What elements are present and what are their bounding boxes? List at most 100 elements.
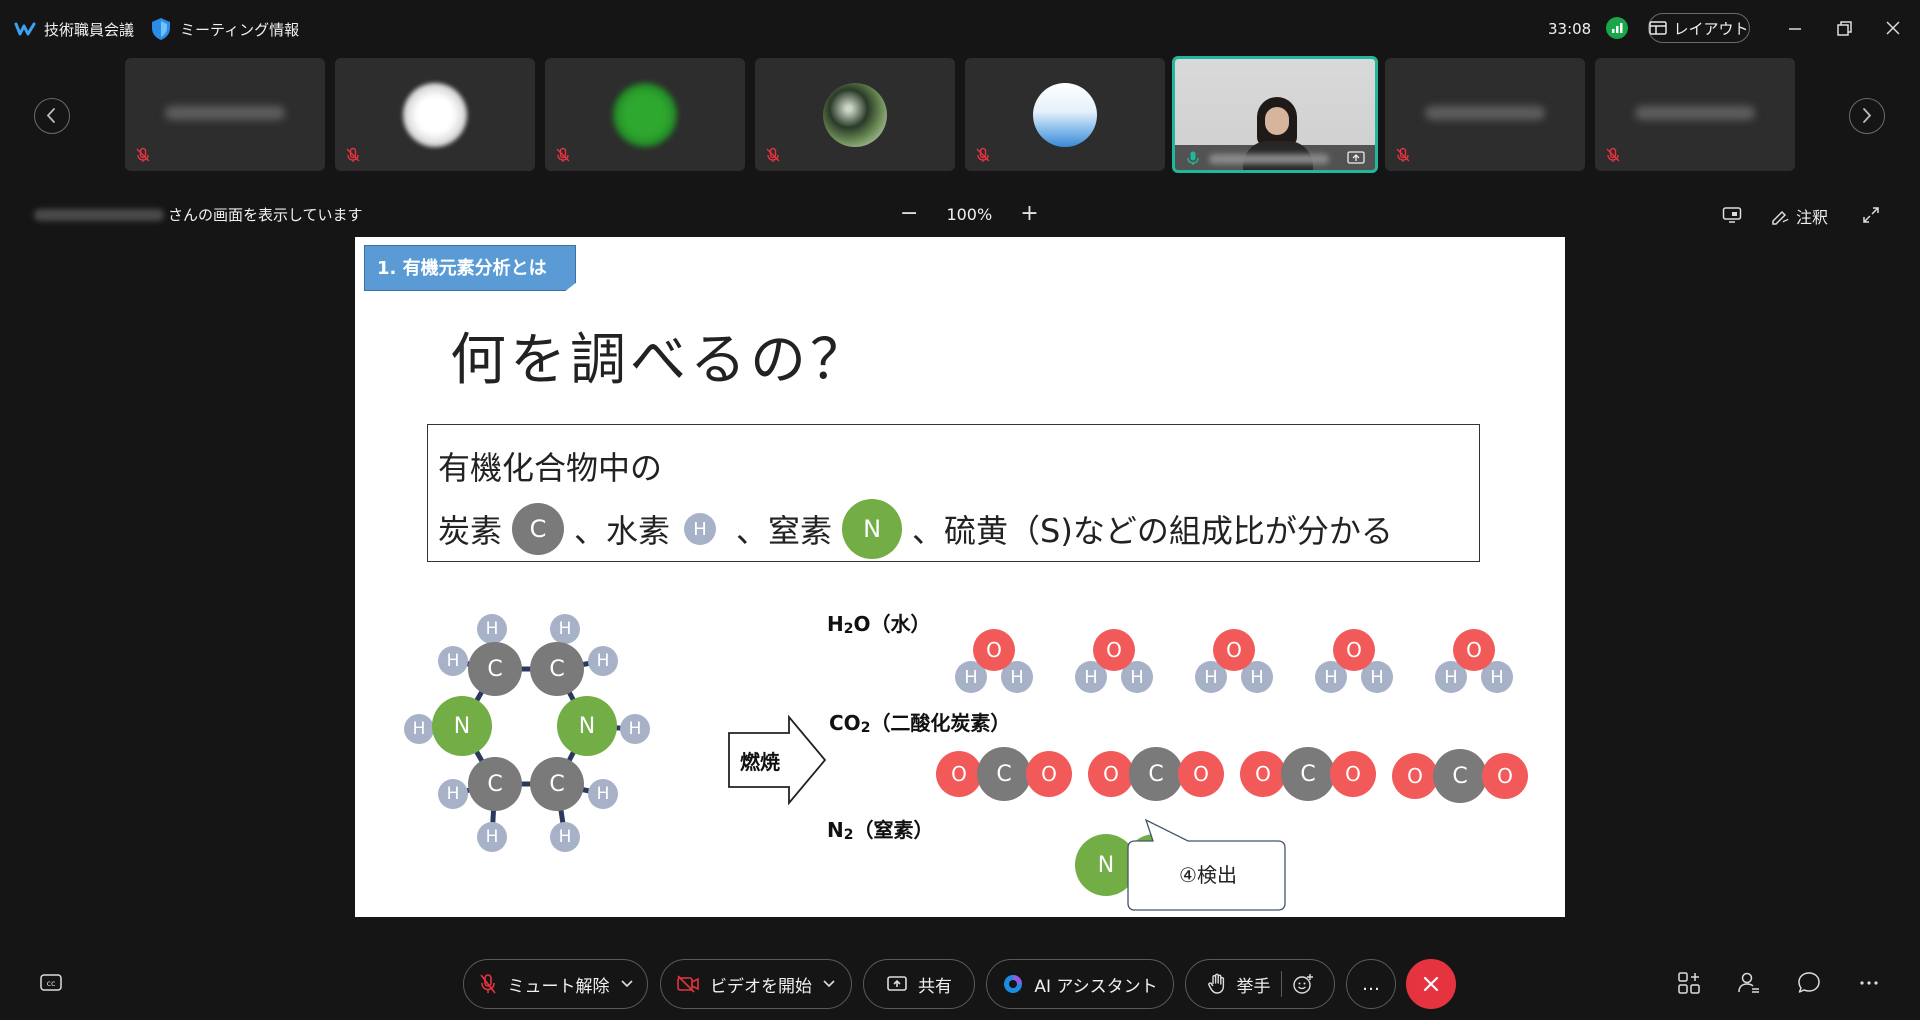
hydrogen-atom: H xyxy=(684,513,717,545)
participant-tile[interactable] xyxy=(755,58,955,171)
shared-slide: 1. 有機元素分析とは 何を調べるの？ 有機化合物中の 炭素 C 、水素 H 、… xyxy=(355,237,1565,917)
layout-button[interactable]: レイアウト xyxy=(1648,13,1750,43)
participant-name-blurred xyxy=(1209,154,1329,164)
mic-active-icon xyxy=(1187,151,1199,165)
carbon-atom: C xyxy=(977,747,1031,801)
start-video-button[interactable]: ビデオを開始 xyxy=(660,959,852,1009)
chevron-down-icon[interactable] xyxy=(620,979,634,989)
close-window-icon[interactable] xyxy=(1883,18,1903,38)
chat-icon[interactable] xyxy=(1796,970,1822,996)
oxygen-atom: O xyxy=(936,751,982,797)
carbon-atom: C xyxy=(1433,749,1487,803)
hydrogen-atom: H xyxy=(404,714,434,744)
network-quality-icon[interactable] xyxy=(1606,17,1628,39)
participant-tile[interactable] xyxy=(335,58,535,171)
participant-tile[interactable] xyxy=(1595,58,1795,171)
divider xyxy=(1280,971,1282,997)
hydrogen-atom: H xyxy=(620,714,650,744)
presenter-name-blurred xyxy=(34,208,164,221)
restore-icon[interactable] xyxy=(1834,18,1854,38)
share-button[interactable]: 共有 xyxy=(863,959,975,1009)
summary-hydrogen-text: 、水素 xyxy=(574,512,671,550)
zoom-out-button[interactable]: − xyxy=(900,203,918,225)
h2o-label: H2O（水） xyxy=(827,612,931,637)
oxygen-atom: O xyxy=(1178,751,1224,797)
strip-prev-button[interactable] xyxy=(34,98,70,134)
mic-muted-icon xyxy=(766,147,780,162)
section-tag: 1. 有機元素分析とは xyxy=(364,245,576,291)
mic-muted-icon xyxy=(1396,147,1410,162)
combustion-label: 燃焼 xyxy=(740,750,780,774)
co2-molecules: O C O O C O O C O O C O xyxy=(936,745,1546,803)
share-view-icon[interactable] xyxy=(1722,206,1742,224)
mic-muted-icon xyxy=(556,147,570,162)
shield-icon xyxy=(152,18,170,40)
timer-text: 33:08 xyxy=(1548,20,1592,38)
chevron-right-icon xyxy=(1863,108,1872,123)
more-options-button[interactable]: … xyxy=(1346,959,1396,1009)
active-speaker-tile[interactable] xyxy=(1172,56,1378,173)
ai-assistant-button[interactable]: AI アシスタント xyxy=(986,959,1174,1009)
carbon-atom: C xyxy=(512,503,565,555)
fullscreen-icon[interactable] xyxy=(1862,206,1880,224)
carbon-atom: C xyxy=(468,642,522,696)
meeting-info-button[interactable]: ミーティング情報 xyxy=(150,16,299,42)
title-bar: 技術職員会議 ミーティング情報 33:08 レイアウト xyxy=(0,0,1920,58)
oxygen-atom: O xyxy=(1453,629,1495,671)
chevron-down-icon[interactable] xyxy=(822,979,836,989)
detection-callout-text: ④検出 xyxy=(1179,863,1237,887)
mic-muted-icon xyxy=(976,147,990,162)
leave-meeting-button[interactable] xyxy=(1406,959,1456,1009)
meeting-title: 技術職員会議 xyxy=(44,20,135,39)
water-molecule: H H O xyxy=(1075,627,1155,707)
summary-line-1: 有機化合物中の xyxy=(438,449,663,487)
annotate-label: 注釈 xyxy=(1796,208,1829,227)
co2-molecule: O C O xyxy=(1088,745,1238,801)
share-status-text: さんの画面を表示しています xyxy=(168,206,363,224)
minimize-icon[interactable] xyxy=(1785,18,1805,38)
participant-tile[interactable] xyxy=(545,58,745,171)
hydrogen-atom: H xyxy=(438,779,468,809)
carbon-atom: C xyxy=(468,757,522,811)
n2-label: N2（窒素） xyxy=(827,818,934,843)
water-molecules: H H O H H O H H O H H O H H O xyxy=(955,627,1513,707)
carbon-atom: C xyxy=(1281,747,1335,801)
co2-molecule: O C O xyxy=(1240,745,1390,801)
annotate-button[interactable]: 注釈 xyxy=(1770,204,1828,228)
water-molecule: H H O xyxy=(1195,627,1275,707)
participant-tile[interactable] xyxy=(965,58,1165,171)
hydrogen-atom: H xyxy=(550,614,580,644)
share-label: 共有 xyxy=(918,976,952,997)
unmute-label: ミュート解除 xyxy=(507,976,610,997)
closed-captions-icon[interactable]: cc xyxy=(38,970,64,996)
webex-logo-icon xyxy=(14,22,36,36)
oxygen-atom: O xyxy=(1392,753,1438,799)
carbon-atom: C xyxy=(530,642,584,696)
apps-icon[interactable] xyxy=(1676,970,1702,996)
nitrogen-atom: N xyxy=(842,499,903,559)
more-menu-icon[interactable] xyxy=(1856,970,1882,996)
meeting-info-label: ミーティング情報 xyxy=(180,20,300,39)
participant-tile[interactable] xyxy=(125,58,325,171)
participants-icon[interactable] xyxy=(1736,970,1762,996)
zoom-in-button[interactable]: + xyxy=(1020,203,1038,225)
unmute-button[interactable]: ミュート解除 xyxy=(463,959,648,1009)
slide-title: 何を調べるの？ xyxy=(450,328,870,393)
participant-tile[interactable] xyxy=(1385,58,1585,171)
avatar xyxy=(1033,83,1097,147)
ai-label: AI アシスタント xyxy=(1034,976,1158,997)
raise-hand-button[interactable]: 挙手 xyxy=(1185,959,1335,1009)
hydrogen-atom: H xyxy=(477,822,507,852)
mic-muted-icon xyxy=(1606,147,1620,162)
svg-text:cc: cc xyxy=(47,979,56,988)
oxygen-atom: O xyxy=(1026,751,1072,797)
oxygen-atom: O xyxy=(1330,751,1376,797)
reactions-icon[interactable] xyxy=(1292,973,1314,995)
speaker-face xyxy=(1265,107,1289,135)
oxygen-atom: O xyxy=(1333,629,1375,671)
strip-next-button[interactable] xyxy=(1849,98,1885,134)
participant-name-blurred xyxy=(1425,106,1545,120)
layout-icon xyxy=(1649,21,1668,35)
nitrogen-atom: N xyxy=(557,696,617,756)
avatar xyxy=(403,83,467,147)
